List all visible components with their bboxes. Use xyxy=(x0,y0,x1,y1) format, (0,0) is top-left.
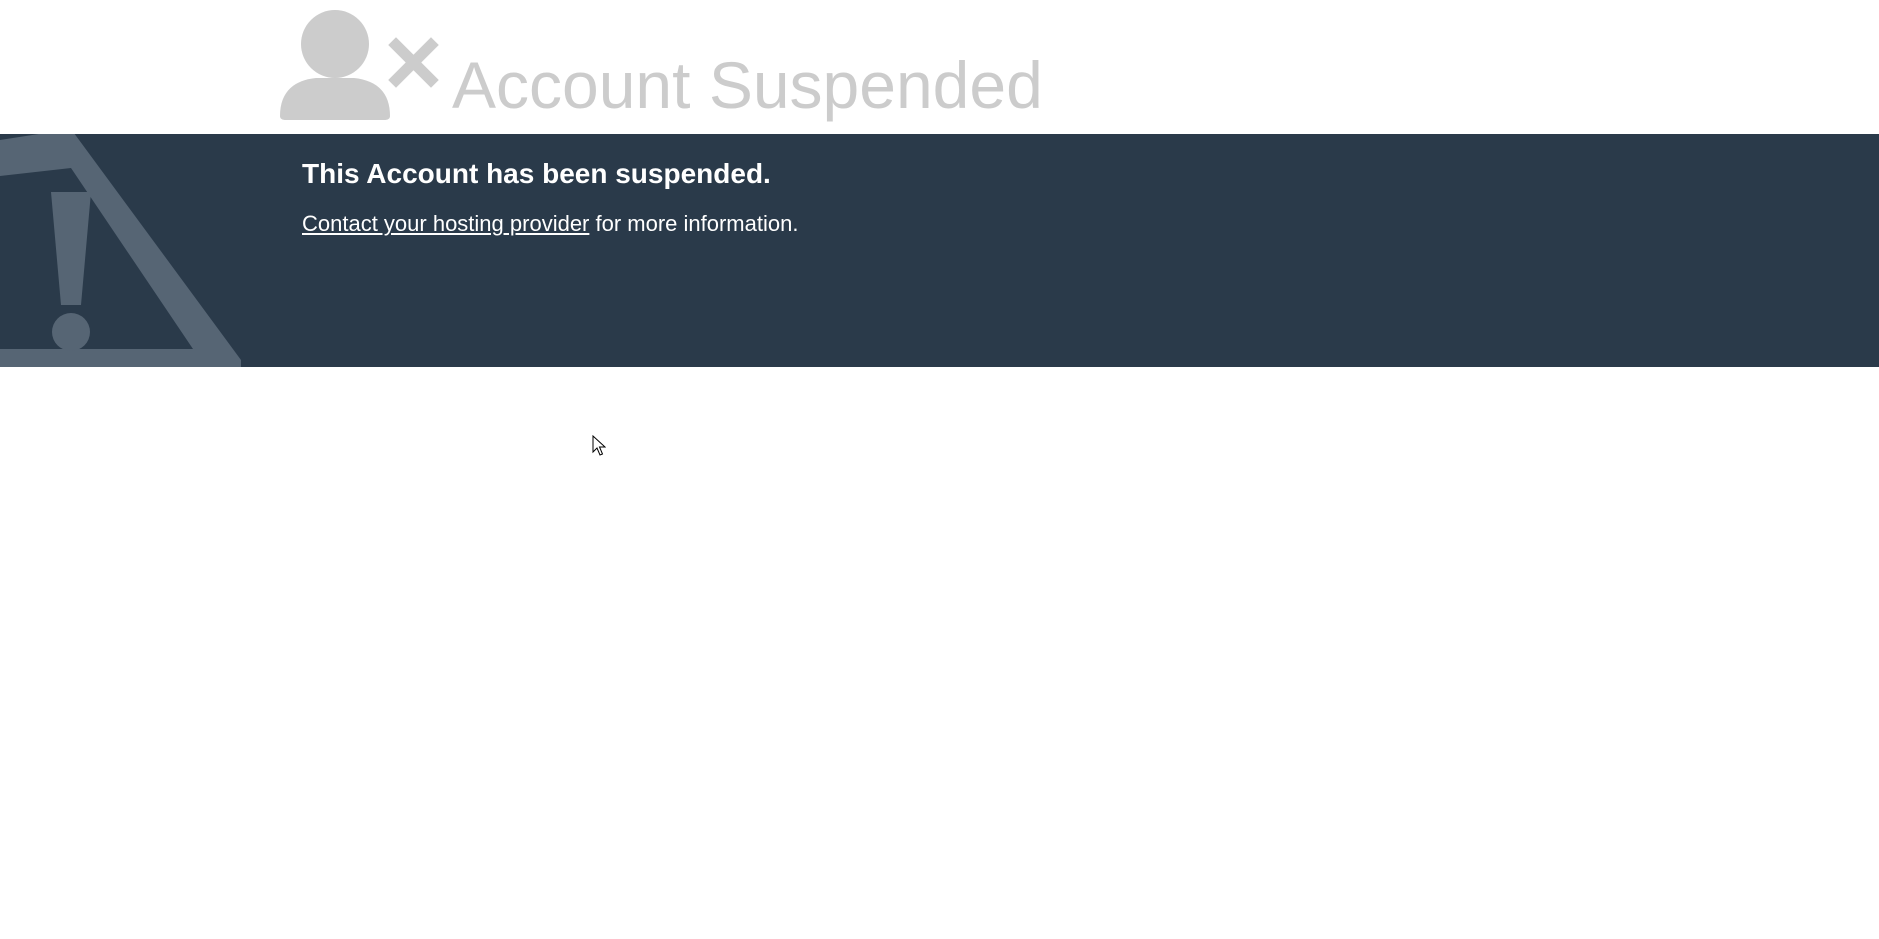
user-suspended-icon xyxy=(280,10,439,120)
contact-hosting-provider-link[interactable]: Contact your hosting provider xyxy=(302,211,589,236)
message-rest-text: for more information. xyxy=(589,211,799,237)
warning-triangle-icon xyxy=(0,134,241,367)
banner-content: This Account has been suspended. Contact… xyxy=(302,156,798,237)
page-header: Account Suspended xyxy=(0,0,1879,134)
mouse-cursor-icon xyxy=(592,435,606,456)
page-title: Account Suspended xyxy=(452,48,1043,122)
suspension-banner: This Account has been suspended. Contact… xyxy=(0,134,1879,367)
suspension-heading: This Account has been suspended. xyxy=(302,158,771,189)
suspension-message: Contact your hosting provider for more i… xyxy=(302,211,798,237)
